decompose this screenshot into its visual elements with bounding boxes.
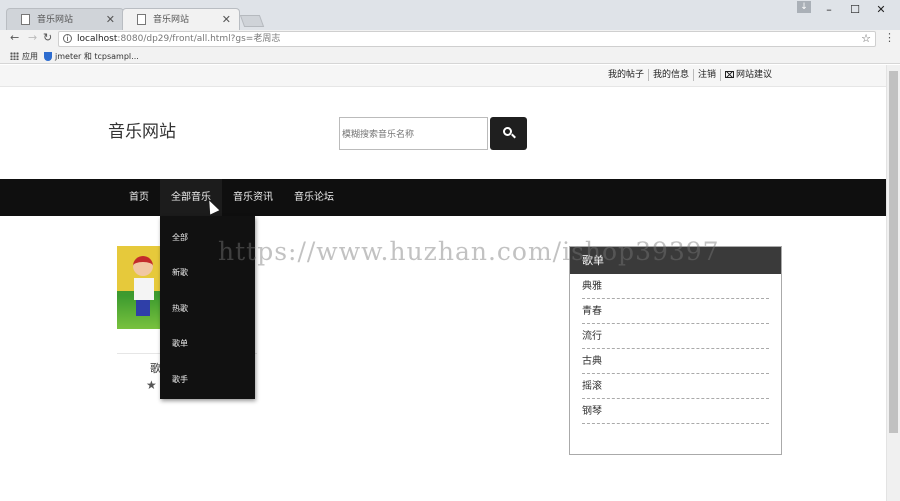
dropdown-item-hot[interactable]: 热歌 [172, 303, 188, 314]
playlist-category-panel: 歌单 典雅 青春 流行 古典 摇滚 钢琴 [569, 246, 782, 455]
category-item[interactable]: 典雅 [582, 274, 769, 299]
bookmark-jmeter[interactable]: jmeter 和 tcpsampl... [44, 51, 139, 62]
url-input[interactable]: i localhost:8080/dp29/front/all.html?gs=… [58, 31, 876, 47]
bookmark-jmeter-label: jmeter 和 tcpsampl... [55, 52, 139, 61]
bookmark-star-icon[interactable]: ☆ [861, 32, 871, 46]
browser-tab-2[interactable]: 音乐网站 ✕ [122, 8, 240, 30]
my-info-link[interactable]: 我的信息 [649, 69, 694, 81]
my-posts-link[interactable]: 我的帖子 [604, 69, 649, 81]
scrollbar-thumb[interactable] [889, 71, 898, 433]
back-arrow-icon[interactable]: ← [10, 31, 19, 44]
nav-music-forum[interactable]: 音乐论坛 [283, 179, 345, 216]
main-nav: 首页 全部音乐 音乐资讯 音乐论坛 [0, 179, 886, 216]
url-path: :8080/dp29/front/all.html?gs=老周志 [117, 34, 281, 44]
window-close-button[interactable]: ✕ [872, 3, 890, 16]
tab-title: 音乐网站 [153, 15, 190, 25]
forward-arrow-icon[interactable]: → [28, 31, 37, 44]
close-icon[interactable]: ✕ [222, 9, 231, 31]
logout-link[interactable]: 注销 [694, 69, 721, 81]
dropdown-item-singer[interactable]: 歌手 [172, 374, 188, 385]
mail-icon [724, 71, 734, 78]
nav-home[interactable]: 首页 [118, 179, 160, 216]
category-item[interactable]: 古典 [582, 349, 769, 374]
url-host: localhost [77, 34, 118, 44]
bookmarks-bar: 应用 jmeter 和 tcpsampl... [0, 48, 900, 64]
album-cover[interactable] [117, 246, 162, 329]
star-icon: ★ [146, 378, 157, 392]
browser-tab-1[interactable]: 音乐网站 ✕ [6, 8, 124, 30]
reload-icon[interactable]: ↻ [43, 31, 52, 44]
minimize-button[interactable]: – [820, 3, 838, 16]
site-logo[interactable]: 音乐网站 [108, 117, 176, 142]
page-scrollbar[interactable] [886, 65, 900, 501]
category-item[interactable]: 钢琴 [582, 399, 769, 424]
category-item[interactable]: 青春 [582, 299, 769, 324]
feedback-link[interactable]: 网站建议 [721, 69, 776, 81]
web-page: 我的帖子 我的信息 注销 网站建议 音乐网站 首页 全部音乐 音乐资讯 音乐论坛… [0, 65, 886, 501]
info-icon[interactable]: i [63, 34, 72, 43]
maximize-button[interactable]: ☐ [846, 3, 864, 16]
shield-icon [44, 52, 52, 61]
bookmark-apps[interactable]: 应用 [22, 51, 38, 62]
page-icon [21, 14, 30, 25]
dropdown-item-all[interactable]: 全部 [172, 232, 188, 243]
browser-tab-bar: 音乐网站 ✕ 音乐网站 ✕ ↓ – ☐ ✕ [0, 0, 900, 30]
dropdown-item-playlist[interactable]: 歌单 [172, 338, 188, 349]
page-icon [137, 14, 146, 25]
user-top-bar: 我的帖子 我的信息 注销 网站建议 [0, 65, 886, 87]
apps-grid-icon[interactable] [10, 52, 19, 60]
category-item[interactable]: 摇滚 [582, 374, 769, 399]
new-tab-button[interactable] [239, 15, 265, 27]
close-icon[interactable]: ✕ [106, 9, 115, 31]
download-icon[interactable]: ↓ [797, 1, 811, 13]
dropdown-item-new[interactable]: 新歌 [172, 267, 188, 278]
search-button[interactable] [490, 117, 527, 150]
nav-music-news[interactable]: 音乐资讯 [222, 179, 284, 216]
address-bar-row: ← → ↻ i localhost:8080/dp29/front/all.ht… [0, 30, 900, 48]
category-item[interactable]: 流行 [582, 324, 769, 349]
search-input[interactable] [339, 117, 488, 150]
watermark-text: https://www.huzhan.com/ishop39397 [218, 237, 720, 266]
tab-title: 音乐网站 [37, 15, 74, 25]
browser-menu-icon[interactable]: ⋮ [884, 31, 895, 44]
